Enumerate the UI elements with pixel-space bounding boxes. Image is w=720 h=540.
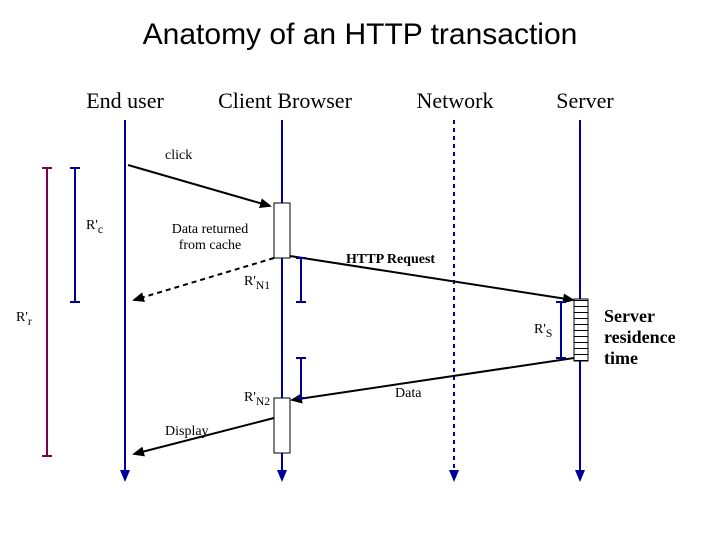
msg-click: click	[165, 148, 192, 164]
annot-line-1: Server	[604, 306, 676, 327]
msg-cache-2: from cache	[150, 238, 270, 254]
msg-data: Data	[395, 386, 421, 402]
rn2-label: R'N2	[244, 390, 270, 408]
diagram-stage: Anatomy of an HTTP transaction End user …	[0, 0, 720, 540]
rn1-label: R'N1	[244, 274, 270, 292]
msg-display: Display	[165, 424, 209, 440]
annot-line-2: residence	[604, 327, 676, 348]
rr-label: R'r	[16, 310, 32, 328]
diagram-svg	[0, 0, 720, 540]
msg-http-request: HTTP Request	[346, 252, 435, 268]
rc-label: R'c	[86, 218, 103, 236]
msg-cache-1: Data returned	[150, 222, 270, 238]
rs-label: R'S	[534, 322, 552, 340]
annot-line-3: time	[604, 348, 676, 369]
annot-server-residence: Server residence time	[604, 306, 676, 369]
